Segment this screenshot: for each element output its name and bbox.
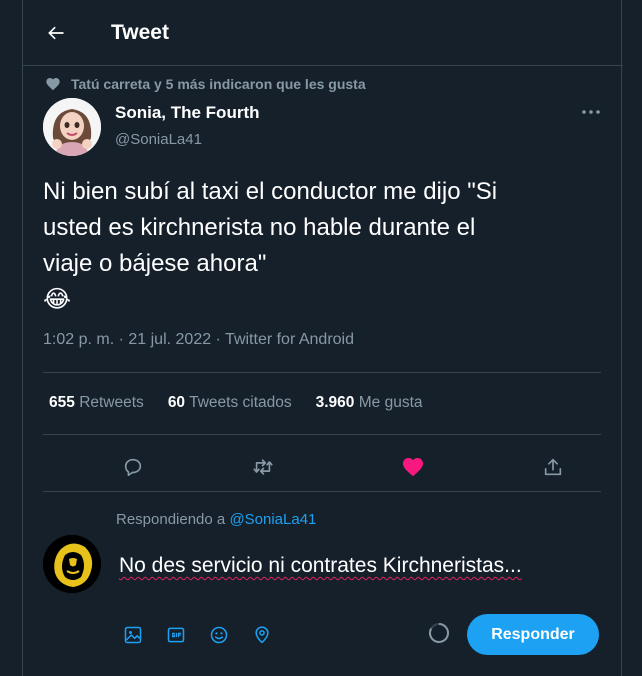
tweet-actions — [43, 441, 601, 491]
header: Tweet — [23, 0, 623, 66]
quote-tweets-stat[interactable]: 60 Tweets citados — [168, 394, 292, 412]
emoji-icon — [210, 626, 228, 644]
tweet-meta: 1:02 p. m. · 21 jul. 2022 · Twitter for … — [43, 331, 354, 349]
heart-icon — [46, 78, 60, 91]
reply-textbox[interactable]: No des servicio ni contrates Kirchnerist… — [119, 554, 589, 578]
more-horizontal-icon — [582, 110, 600, 114]
stat-label: Tweets citados — [189, 394, 292, 411]
social-context[interactable]: Tatú carreta y 5 más indicaron que les g… — [45, 76, 366, 92]
character-count-ring-icon — [429, 623, 449, 643]
tweet-text: Ni bien subí al taxi el conductor me dij… — [43, 174, 583, 318]
tweet-stats: 655 Retweets 60 Tweets citados 3.960 Me … — [49, 394, 447, 412]
tweet-line: viaje o bájese ahora" — [43, 250, 267, 277]
replying-to-handle[interactable]: @SoniaLa41 — [229, 511, 316, 528]
avatar-image — [43, 98, 101, 156]
tweet-time[interactable]: 1:02 p. m. — [43, 331, 114, 348]
avatar[interactable] — [43, 98, 101, 156]
add-emoji-button[interactable] — [201, 620, 237, 650]
stat-value: 60 — [167, 394, 186, 411]
reply-draft-text: No des servicio ni contrates Kirchnerist… — [119, 554, 522, 577]
image-icon — [124, 626, 142, 644]
page-title: Tweet — [111, 21, 169, 44]
like-button[interactable] — [395, 449, 431, 485]
more-options-button[interactable] — [576, 102, 606, 122]
share-icon — [544, 458, 562, 476]
tweet-line: usted es kirchnerista no hable durante e… — [43, 214, 476, 241]
meta-separator: · — [211, 331, 226, 348]
author-handle[interactable]: @SoniaLa41 — [115, 131, 260, 148]
reply-submit-button[interactable]: Responder — [467, 614, 599, 655]
divider — [43, 372, 601, 373]
reply-icon — [124, 458, 142, 477]
social-context-text: Tatú carreta y 5 más indicaron que les g… — [71, 76, 366, 92]
stat-label: Retweets — [79, 394, 144, 411]
add-gif-button[interactable] — [158, 620, 194, 650]
divider — [43, 434, 601, 435]
back-button[interactable] — [41, 18, 71, 48]
retweet-button[interactable] — [245, 449, 281, 485]
stat-value: 655 — [49, 394, 75, 411]
tweet-column: Tweet Tatú carreta y 5 más indicaron que… — [22, 0, 623, 676]
retweets-stat[interactable]: 655 Retweets — [49, 394, 144, 412]
meta-separator: · — [114, 331, 129, 348]
divider — [43, 491, 601, 492]
my-avatar[interactable] — [43, 535, 101, 593]
author-block[interactable]: Sonia, The Fourth @SoniaLa41 — [115, 103, 260, 148]
stat-label: Me gusta — [358, 394, 423, 411]
likes-stat[interactable]: 3.960 Me gusta — [316, 394, 423, 412]
retweet-icon — [253, 459, 273, 475]
stat-value: 3.960 — [315, 394, 355, 411]
compose-toolbar — [115, 620, 287, 650]
laughing-emoji: 😂 — [43, 286, 72, 313]
add-location-button[interactable] — [244, 620, 280, 650]
tweet-line: Ni bien subí al taxi el conductor me dij… — [43, 178, 498, 205]
tweet-source[interactable]: Twitter for Android — [225, 331, 354, 348]
reply-button[interactable] — [115, 449, 151, 485]
add-image-button[interactable] — [115, 620, 151, 650]
replying-to: Respondiendo a @SoniaLa41 — [116, 511, 316, 528]
share-button[interactable] — [535, 449, 571, 485]
arrow-left-icon — [48, 26, 64, 40]
gif-icon — [167, 627, 185, 643]
author-name[interactable]: Sonia, The Fourth — [115, 103, 260, 123]
location-icon — [255, 626, 269, 644]
heart-filled-icon — [403, 458, 423, 477]
replying-prefix: Respondiendo a — [116, 511, 230, 528]
tweet-date[interactable]: 21 jul. 2022 — [128, 331, 211, 348]
lion-avatar-image — [43, 535, 101, 593]
